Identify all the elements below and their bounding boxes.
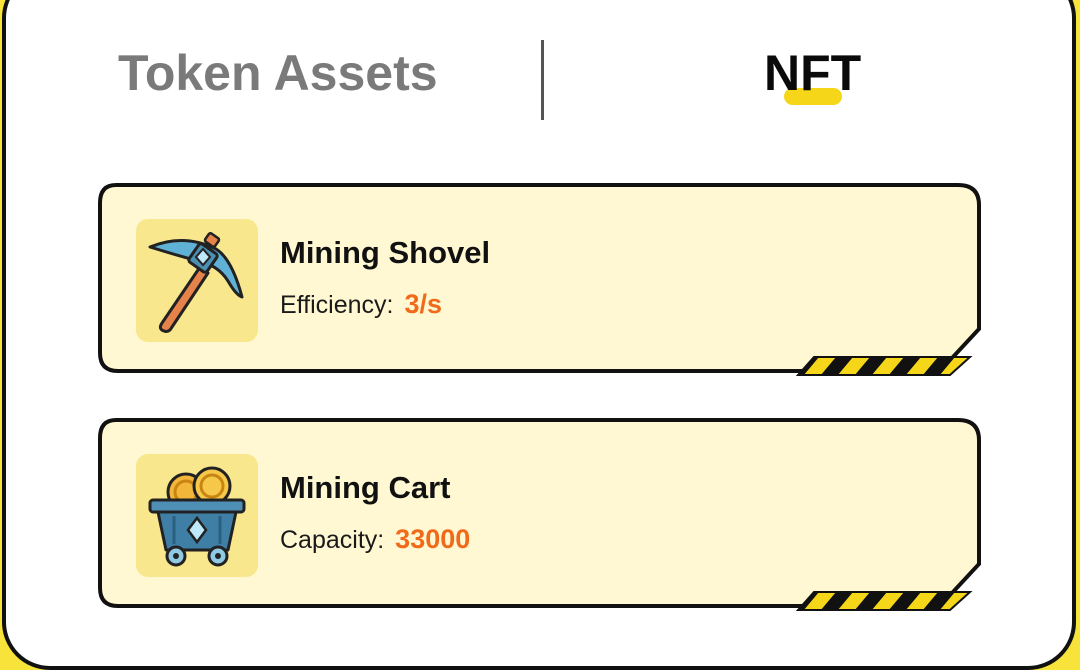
- tab-nft[interactable]: NFT: [764, 38, 861, 108]
- tab-nft-label: NFT: [764, 45, 862, 101]
- pickaxe-icon: [148, 231, 244, 333]
- nft-name: Mining Cart: [280, 470, 451, 505]
- nft-stat-value: 3/s: [404, 289, 442, 319]
- nft-stat-value: 33000: [395, 524, 471, 554]
- nft-stat: Capacity: 33000: [280, 524, 470, 555]
- app-frame: Token Assets NFT Mining Shovel Efficienc…: [0, 0, 1080, 670]
- nft-thumbnail: [136, 219, 258, 342]
- nft-card-mining-shovel[interactable]: Mining Shovel Efficiency: 3/s: [98, 183, 981, 379]
- tab-token-assets-label: Token Assets: [118, 45, 438, 101]
- nft-name: Mining Shovel: [280, 235, 491, 270]
- asset-tabs: Token Assets NFT: [0, 0, 1080, 140]
- tab-token-assets[interactable]: Token Assets: [118, 38, 438, 108]
- nft-stat-label: Capacity:: [280, 526, 385, 554]
- nft-stat: Efficiency: 3/s: [280, 289, 442, 320]
- mining-cart-icon: [148, 466, 246, 567]
- nft-thumbnail: [136, 454, 258, 577]
- nft-card-mining-cart[interactable]: Mining Cart Capacity: 33000: [98, 418, 981, 614]
- nft-stat-label: Efficiency:: [280, 291, 394, 319]
- tab-divider: [541, 40, 544, 120]
